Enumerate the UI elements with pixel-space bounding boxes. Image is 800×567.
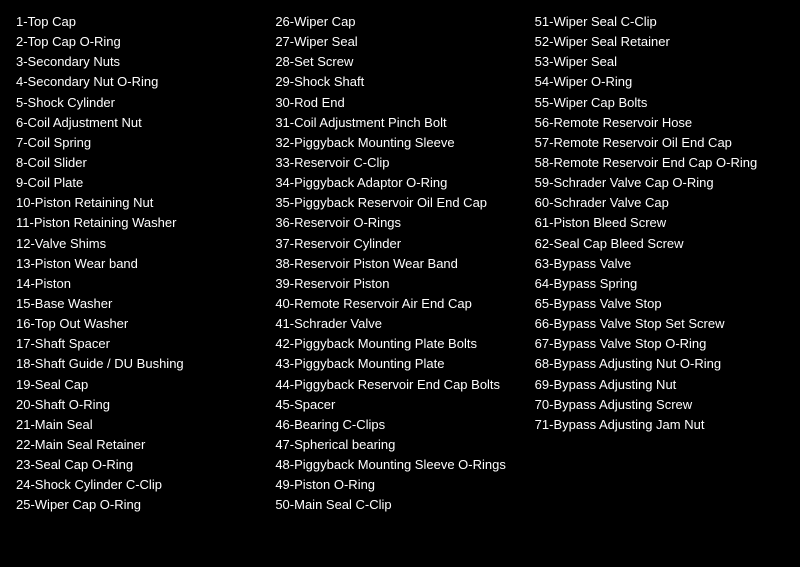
list-item: 56-Remote Reservoir Hose xyxy=(535,113,784,133)
list-item: 57-Remote Reservoir Oil End Cap xyxy=(535,133,784,153)
list-item: 15-Base Washer xyxy=(16,294,265,314)
list-item: 29-Shock Shaft xyxy=(275,72,524,92)
list-item: 32-Piggyback Mounting Sleeve xyxy=(275,133,524,153)
column-2: 26-Wiper Cap27-Wiper Seal28-Set Screw29-… xyxy=(275,12,524,516)
list-item: 9-Coil Plate xyxy=(16,173,265,193)
list-item: 62-Seal Cap Bleed Screw xyxy=(535,234,784,254)
list-item: 38-Reservoir Piston Wear Band xyxy=(275,254,524,274)
list-item: 14-Piston xyxy=(16,274,265,294)
list-item: 26-Wiper Cap xyxy=(275,12,524,32)
list-item: 64-Bypass Spring xyxy=(535,274,784,294)
list-item: 18-Shaft Guide / DU Bushing xyxy=(16,354,265,374)
column-3: 51-Wiper Seal C-Clip52-Wiper Seal Retain… xyxy=(535,12,784,516)
list-item: 41-Schrader Valve xyxy=(275,314,524,334)
list-item: 4-Secondary Nut O-Ring xyxy=(16,72,265,92)
parts-list: 1-Top Cap2-Top Cap O-Ring3-Secondary Nut… xyxy=(16,12,784,516)
list-item: 11-Piston Retaining Washer xyxy=(16,213,265,233)
list-item: 23-Seal Cap O-Ring xyxy=(16,455,265,475)
list-item: 49-Piston O-Ring xyxy=(275,475,524,495)
list-item: 3-Secondary Nuts xyxy=(16,52,265,72)
list-item: 2-Top Cap O-Ring xyxy=(16,32,265,52)
list-item: 6-Coil Adjustment Nut xyxy=(16,113,265,133)
list-item: 12-Valve Shims xyxy=(16,234,265,254)
list-item: 47-Spherical bearing xyxy=(275,435,524,455)
list-item: 39-Reservoir Piston xyxy=(275,274,524,294)
list-item: 48-Piggyback Mounting Sleeve O-Rings xyxy=(275,455,524,475)
list-item: 58-Remote Reservoir End Cap O-Ring xyxy=(535,153,784,173)
list-item: 1-Top Cap xyxy=(16,12,265,32)
list-item: 21-Main Seal xyxy=(16,415,265,435)
list-item: 24-Shock Cylinder C-Clip xyxy=(16,475,265,495)
list-item: 22-Main Seal Retainer xyxy=(16,435,265,455)
list-item: 25-Wiper Cap O-Ring xyxy=(16,495,265,515)
list-item: 46-Bearing C-Clips xyxy=(275,415,524,435)
list-item: 5-Shock Cylinder xyxy=(16,93,265,113)
list-item: 70-Bypass Adjusting Screw xyxy=(535,395,784,415)
column-1: 1-Top Cap2-Top Cap O-Ring3-Secondary Nut… xyxy=(16,12,265,516)
list-item: 55-Wiper Cap Bolts xyxy=(535,93,784,113)
list-item: 36-Reservoir O-Rings xyxy=(275,213,524,233)
list-item: 19-Seal Cap xyxy=(16,375,265,395)
list-item: 10-Piston Retaining Nut xyxy=(16,193,265,213)
list-item: 7-Coil Spring xyxy=(16,133,265,153)
list-item: 31-Coil Adjustment Pinch Bolt xyxy=(275,113,524,133)
list-item: 50-Main Seal C-Clip xyxy=(275,495,524,515)
list-item: 17-Shaft Spacer xyxy=(16,334,265,354)
list-item: 65-Bypass Valve Stop xyxy=(535,294,784,314)
list-item: 52-Wiper Seal Retainer xyxy=(535,32,784,52)
list-item: 59-Schrader Valve Cap O-Ring xyxy=(535,173,784,193)
list-item: 16-Top Out Washer xyxy=(16,314,265,334)
list-item: 61-Piston Bleed Screw xyxy=(535,213,784,233)
list-item: 44-Piggyback Reservoir End Cap Bolts xyxy=(275,375,524,395)
list-item: 66-Bypass Valve Stop Set Screw xyxy=(535,314,784,334)
list-item: 27-Wiper Seal xyxy=(275,32,524,52)
list-item: 71-Bypass Adjusting Jam Nut xyxy=(535,415,784,435)
list-item: 60-Schrader Valve Cap xyxy=(535,193,784,213)
list-item: 69-Bypass Adjusting Nut xyxy=(535,375,784,395)
list-item: 43-Piggyback Mounting Plate xyxy=(275,354,524,374)
list-item: 35-Piggyback Reservoir Oil End Cap xyxy=(275,193,524,213)
list-item: 67-Bypass Valve Stop O-Ring xyxy=(535,334,784,354)
list-item: 42-Piggyback Mounting Plate Bolts xyxy=(275,334,524,354)
list-item: 40-Remote Reservoir Air End Cap xyxy=(275,294,524,314)
list-item: 28-Set Screw xyxy=(275,52,524,72)
list-item: 20-Shaft O-Ring xyxy=(16,395,265,415)
list-item: 8-Coil Slider xyxy=(16,153,265,173)
list-item: 53-Wiper Seal xyxy=(535,52,784,72)
list-item: 37-Reservoir Cylinder xyxy=(275,234,524,254)
list-item: 54-Wiper O-Ring xyxy=(535,72,784,92)
list-item: 51-Wiper Seal C-Clip xyxy=(535,12,784,32)
list-item: 34-Piggyback Adaptor O-Ring xyxy=(275,173,524,193)
list-item: 13-Piston Wear band xyxy=(16,254,265,274)
list-item: 30-Rod End xyxy=(275,93,524,113)
list-item: 45-Spacer xyxy=(275,395,524,415)
list-item: 33-Reservoir C-Clip xyxy=(275,153,524,173)
list-item: 68-Bypass Adjusting Nut O-Ring xyxy=(535,354,784,374)
list-item: 63-Bypass Valve xyxy=(535,254,784,274)
